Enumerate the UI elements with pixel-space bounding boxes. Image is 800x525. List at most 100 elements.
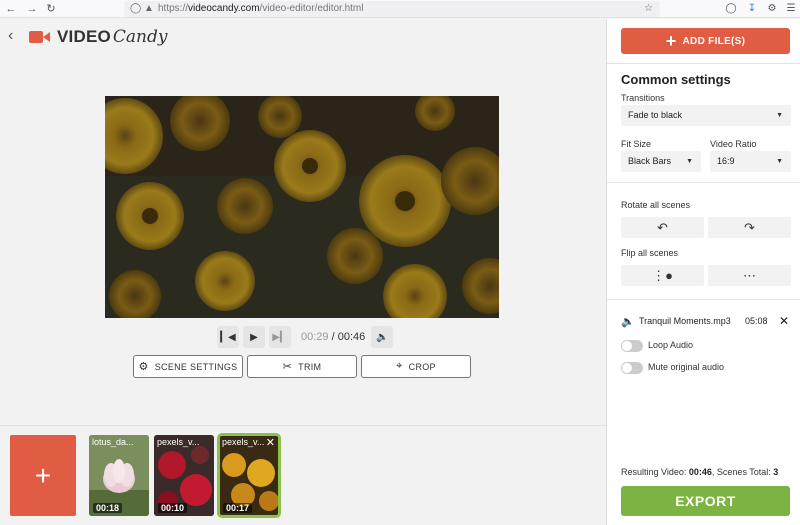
url-text: https://videocandy.com/video-editor/edit… <box>158 3 364 14</box>
crop-button[interactable]: ⌖ CROP <box>361 355 471 378</box>
gear-icon: ⚙ <box>138 361 149 373</box>
caret-down-icon: ▼ <box>776 158 783 165</box>
scenes-label: , Scenes Total: <box>711 467 774 477</box>
trim-label: TRIM <box>298 361 322 372</box>
crop-label: CROP <box>408 361 436 372</box>
remove-clip-icon[interactable]: ✕ <box>266 436 275 449</box>
video-ratio-value: 16:9 <box>717 156 735 166</box>
clip-duration: 00:10 <box>158 503 188 513</box>
pocket-icon[interactable]: ◯ <box>724 2 738 16</box>
scene-settings-label: SCENE SETTINGS <box>154 361 238 372</box>
clip-duration: 00:18 <box>93 503 123 513</box>
play-button[interactable]: ▶ <box>243 326 265 348</box>
flip-label: Flip all scenes <box>621 248 679 258</box>
add-scene-button[interactable]: + <box>10 435 76 516</box>
audio-duration: 05:08 <box>745 316 768 326</box>
rotate-left-icon: ↶ <box>657 219 668 235</box>
add-files-label: ADD FILE(S) <box>682 35 746 47</box>
flip-vertical-icon: ⋯ <box>743 267 756 283</box>
skip-forward-button[interactable]: ▶▎ <box>269 326 291 348</box>
shield-icon: ◯ <box>130 3 142 14</box>
address-bar[interactable]: ◯ ▲ https://videocandy.com/video-editor/… <box>124 1 660 17</box>
mute-audio-label: Mute original audio <box>648 362 725 372</box>
download-icon[interactable]: ↧ <box>745 2 759 16</box>
add-files-button[interactable]: + ADD FILE(S) <box>621 28 790 54</box>
caret-down-icon: ▼ <box>686 158 693 165</box>
menu-icon[interactable]: ☰ <box>784 2 798 16</box>
back-arrow-icon[interactable]: ← <box>4 2 18 16</box>
flip-vertical-button[interactable]: ⋯ <box>708 265 791 286</box>
mute-audio-toggle[interactable] <box>621 362 643 374</box>
plus-icon: + <box>34 459 52 491</box>
fit-size-value: Black Bars <box>628 156 672 166</box>
reload-icon[interactable]: ↻ <box>44 2 58 16</box>
crop-icon: ⌖ <box>396 360 403 372</box>
timeline-clip[interactable]: pexels_v... 00:10 <box>154 435 214 516</box>
skip-forward-icon: ▶▎ <box>272 331 288 343</box>
clip-name: pexels_v... <box>222 437 265 447</box>
remove-audio-icon[interactable]: ✕ <box>779 314 789 328</box>
camera-icon <box>29 30 51 44</box>
playback-controls: ▎◀ ▶ ▶▎ 00:29 / 00:46 🔈 <box>217 326 397 348</box>
forward-arrow-icon[interactable]: → <box>25 2 39 16</box>
skip-back-icon: ▎◀ <box>220 331 236 343</box>
time-separator: / <box>328 331 338 343</box>
divider <box>607 182 800 183</box>
timeline: + lotus_da... 00:18 pexels_v... 00:10 pe… <box>0 425 606 525</box>
clip-duration: 00:17 <box>223 503 253 513</box>
caret-down-icon: ▼ <box>776 112 783 119</box>
clip-name: pexels_v... <box>157 437 200 447</box>
videocandy-logo[interactable]: VIDEO Candy <box>29 26 167 48</box>
rotate-label: Rotate all scenes <box>621 200 691 210</box>
rotate-right-icon: ↷ <box>744 219 755 235</box>
extensions-icon[interactable]: ⚙ <box>765 2 779 16</box>
transitions-value: Fade to black <box>628 110 683 120</box>
transitions-select[interactable]: Fade to black ▼ <box>621 105 791 126</box>
scenes-total: 3 <box>773 467 779 477</box>
timecode: 00:29 / 00:46 <box>301 331 365 343</box>
rotate-left-button[interactable]: ↶ <box>621 217 704 238</box>
play-icon: ▶ <box>250 331 258 343</box>
export-button[interactable]: EXPORT <box>621 486 790 516</box>
loop-audio-toggle[interactable] <box>621 340 643 352</box>
transitions-label: Transitions <box>621 93 665 103</box>
lock-icon: ▲ <box>144 3 154 14</box>
divider <box>607 299 800 300</box>
scene-settings-button[interactable]: ⚙ SCENE SETTINGS <box>133 355 243 378</box>
total-time: 00:46 <box>337 331 366 343</box>
speaker-icon: 🔈 <box>376 331 389 343</box>
back-chevron-icon[interactable]: ‹ <box>8 27 13 45</box>
audio-file-name: Tranquil Moments.mp3 <box>639 316 731 326</box>
divider <box>607 63 800 64</box>
settings-panel: + ADD FILE(S) Common settings Transition… <box>606 19 800 525</box>
audio-track-row: 🔈 Tranquil Moments.mp3 05:08 ✕ <box>621 314 791 329</box>
clip-name: lotus_da... <box>92 437 134 447</box>
logo-candy-text: Candy <box>112 27 168 47</box>
current-time: 00:29 <box>301 331 329 343</box>
common-settings-title: Common settings <box>621 72 731 87</box>
volume-button[interactable]: 🔈 <box>371 326 394 348</box>
video-preview[interactable] <box>105 96 499 318</box>
timeline-clip[interactable]: lotus_da... 00:18 <box>89 435 149 516</box>
rotate-right-button[interactable]: ↷ <box>708 217 791 238</box>
trim-button[interactable]: ✂ TRIM <box>247 355 357 378</box>
fit-size-label: Fit Size <box>621 139 652 149</box>
editor-area: ‹ VIDEO Candy ▎◀ ▶ ▶▎ 00:29 / 00:46 🔈 ⚙ … <box>0 19 606 425</box>
bookmark-star-icon[interactable]: ☆ <box>644 2 653 16</box>
loop-audio-label: Loop Audio <box>648 340 694 350</box>
flip-horizontal-icon: ⋮● <box>652 267 673 283</box>
video-ratio-select[interactable]: 16:9 ▼ <box>710 151 791 172</box>
flip-horizontal-button[interactable]: ⋮● <box>621 265 704 286</box>
scissors-icon: ✂ <box>282 361 293 373</box>
browser-toolbar: ← → ↻ ◯ ▲ https://videocandy.com/video-e… <box>0 0 800 18</box>
logo-video-text: VIDEO <box>57 27 111 46</box>
plus-icon: + <box>665 30 677 51</box>
speaker-icon: 🔈 <box>621 316 635 328</box>
export-label: EXPORT <box>675 493 736 509</box>
timeline-clip-selected[interactable]: pexels_v... ✕ 00:17 <box>217 433 281 518</box>
result-summary: Resulting Video: 00:46, Scenes Total: 3 <box>621 467 778 477</box>
skip-back-button[interactable]: ▎◀ <box>217 326 239 348</box>
flowers-image <box>105 96 499 318</box>
result-label: Resulting Video: <box>621 467 689 477</box>
fit-size-select[interactable]: Black Bars ▼ <box>621 151 701 172</box>
